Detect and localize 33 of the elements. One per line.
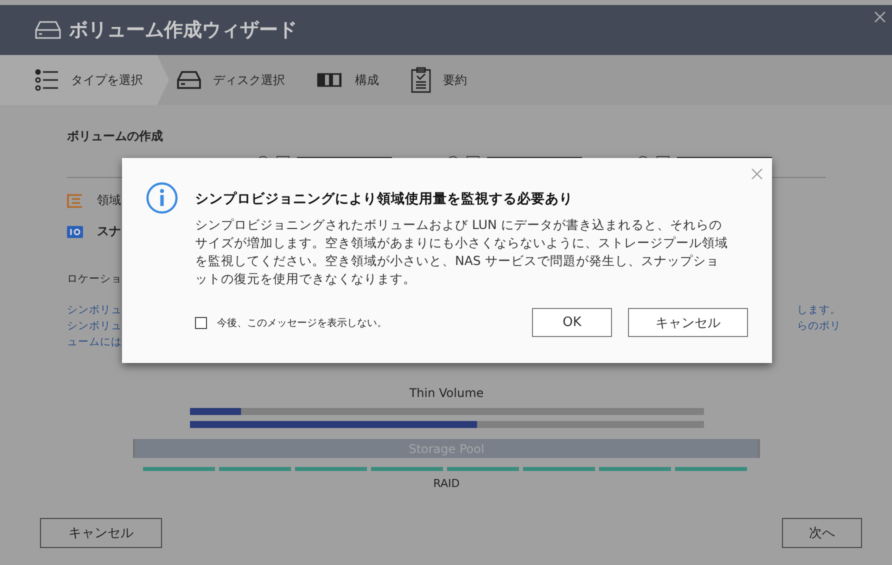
description-text: らのボリ (797, 319, 841, 334)
close-button[interactable] (751, 168, 763, 180)
wizard-step[interactable]: タイプを選択 (0, 55, 169, 105)
description-text: シンボリュ (67, 319, 122, 334)
clipboard-icon (411, 67, 431, 93)
wizard-step[interactable]: 構成 (317, 55, 411, 105)
cancel-button[interactable]: キャンセル (40, 518, 162, 548)
description-text: します。 (797, 303, 841, 318)
option-label: スナ (97, 223, 121, 240)
diagram-label: RAID (433, 477, 460, 490)
drive-icon (35, 21, 61, 39)
location-label: ロケーショ (67, 272, 122, 286)
dont-show-checkbox[interactable]: 今後、このメッセージを表示しない。 (195, 316, 387, 330)
snapshot-icon (67, 226, 83, 238)
next-button[interactable]: 次へ (782, 518, 862, 548)
dialog-title: シンプロビジョニングにより領域使用量を監視する必要あり (195, 190, 574, 208)
wizard-step[interactable]: 要約 (411, 55, 499, 105)
description-text: ュームには (67, 335, 122, 350)
list-icon (35, 69, 59, 91)
drive-icon (177, 71, 201, 89)
option-label: 領域 (97, 192, 121, 209)
wizard-step[interactable]: ディスク選択 (177, 55, 317, 105)
dialog-message: シンプロビジョニングされたボリュームおよび LUN にデータが書き込まれると、それらのサイズが増加します。空き領域があまりにも小さくならないように、ストレージプール領域を監視してください。空き領域が小さいと、NAS サービスで問題が発生し、スナップショットの復元を使用できなくなります。 (195, 216, 729, 288)
ok-button[interactable]: OK (532, 308, 612, 337)
diagram-label: Thin Volume (409, 386, 484, 400)
window-title: ボリューム作成ウィザード (69, 18, 297, 43)
description-text: シンボリュ (67, 303, 122, 318)
bars-icon (67, 194, 83, 208)
cancel-button[interactable]: キャンセル (628, 308, 748, 337)
info-icon (146, 182, 178, 214)
section-title: ボリュームの作成 (67, 128, 164, 145)
close-button[interactable] (874, 11, 886, 23)
columns-icon (317, 73, 343, 87)
